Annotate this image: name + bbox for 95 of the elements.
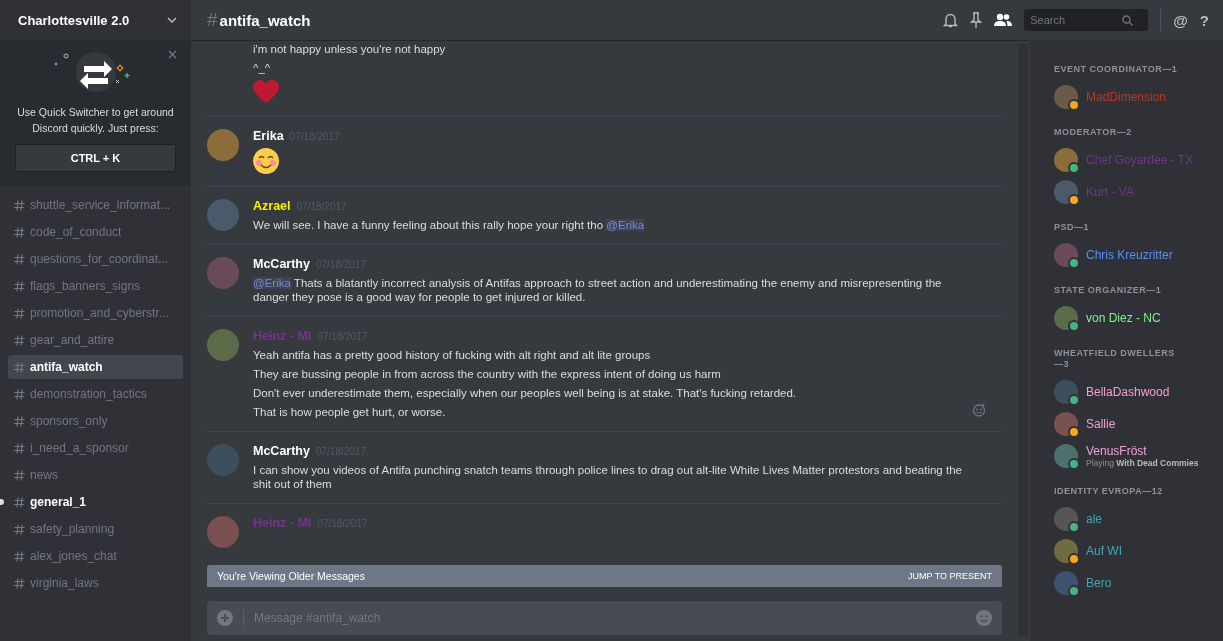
channel-item[interactable]: sponsors_only (8, 409, 183, 433)
channel-item[interactable]: antifa_watch (8, 355, 183, 379)
member-avatar[interactable] (1054, 243, 1078, 267)
bell-icon[interactable] (943, 12, 959, 28)
member-avatar[interactable] (1054, 85, 1078, 109)
message-text: That is how people get hurt, or worse. (253, 405, 446, 419)
member-avatar[interactable] (1054, 306, 1078, 330)
member-name[interactable]: Sallie (1086, 417, 1116, 431)
role-header: STATE ORGANIZER—1 (1054, 285, 1163, 296)
help-button[interactable]: ? (1199, 11, 1209, 29)
channel-title: antifa_watch (219, 11, 312, 29)
hash-icon (14, 496, 25, 508)
role-header: MODERATOR—2 (1054, 127, 1133, 138)
channel-item[interactable]: i_need_a_sponsor (8, 436, 183, 460)
message-text: ^_^ (253, 61, 271, 75)
hash-icon (14, 442, 25, 454)
channel-item[interactable]: flags_banners_signs (8, 274, 183, 298)
hash-icon (14, 361, 25, 373)
close-icon[interactable] (168, 50, 177, 59)
pin-icon[interactable] (970, 12, 983, 28)
channel-item[interactable]: virginia_laws (8, 571, 183, 595)
hash-icon (14, 307, 25, 319)
channel-item[interactable]: general_1 (8, 490, 183, 514)
search-field[interactable]: Search (1030, 14, 1119, 26)
chevron-down-icon[interactable] (167, 17, 177, 23)
member-name[interactable]: Kurt - VA (1086, 185, 1134, 199)
author-name[interactable]: Erika (253, 129, 284, 143)
member-name[interactable]: ale (1086, 512, 1102, 526)
member-name[interactable]: BellaDashwood (1086, 385, 1170, 399)
role-header: IDENTITY EVROPA—12 (1054, 486, 1164, 497)
member-avatar[interactable] (1054, 539, 1078, 563)
message-text: We will see. I have a funny feeling about this rally hope your right tho @Erika (253, 218, 645, 232)
channel-item[interactable]: gear_and_attire (8, 328, 183, 352)
hash-icon (14, 577, 25, 589)
role-header: EVENT COORDINATOR—1 (1054, 64, 1179, 75)
message-text: They are bussing people in from across the country with the express intent of doing us harm (253, 367, 721, 381)
member-avatar[interactable] (1054, 507, 1078, 531)
message-text: Don't ever underestimate them, especially when our peoples well being is at stake. That's fucking retarded. (253, 386, 797, 400)
author-name[interactable]: Azrael (253, 199, 291, 213)
message-text: @Erika Thats a blatantly incorrect analysis of Antifas approach to street action and underestimating the enemy and misrepresenting the danger they pose is a good way for people to get injured or killed. (253, 276, 943, 304)
members-icon[interactable] (994, 13, 1013, 27)
member-avatar[interactable] (1054, 412, 1078, 436)
role-header: WHEATFIELD DWELLERS—3 (1054, 348, 1176, 370)
member-avatar[interactable] (1054, 380, 1078, 404)
message-text: i'm not happy unless you're not happy (253, 42, 446, 56)
heart-icon (253, 80, 279, 104)
member-avatar[interactable] (1054, 444, 1078, 468)
channel-item[interactable]: news (8, 463, 183, 487)
hash-icon (14, 199, 25, 211)
member-activity: Playing With Dead Commies (1086, 458, 1199, 468)
search-icon[interactable] (1122, 14, 1134, 26)
member-name[interactable]: Bero (1086, 576, 1112, 590)
user-mention[interactable]: @Erika (253, 277, 291, 289)
add-reaction-icon[interactable] (972, 403, 986, 417)
hash-icon (14, 280, 25, 292)
member-name[interactable]: MadDimension (1086, 90, 1167, 104)
hash-icon (14, 469, 25, 481)
role-header: PSD—1 (1054, 222, 1090, 233)
member-avatar[interactable] (1054, 148, 1078, 172)
quick-switcher-hint: Use Quick Switcher to get around Discord quickly. Just press: (16, 105, 175, 136)
hash-icon (14, 523, 25, 535)
member-name[interactable]: von Diez - NC (1086, 311, 1161, 325)
channel-item[interactable]: safety_planning (8, 517, 183, 541)
channel-item[interactable]: shuttle_service_informat... (8, 193, 183, 217)
jump-to-present-button[interactable]: JUMP TO PRESENT (907, 571, 992, 581)
hash-icon (14, 415, 25, 427)
hash-icon (14, 550, 25, 562)
hash-icon (14, 334, 25, 346)
user-mention[interactable]: @Erika (606, 219, 645, 231)
member-name[interactable]: VenusFröst (1086, 444, 1199, 458)
hash-icon (14, 253, 25, 265)
message-text: Yeah antifa has a pretty good history of fucking with alt right and alt lite groups (253, 348, 651, 362)
mentions-button[interactable]: @ (1173, 11, 1188, 29)
member-name[interactable]: Chef Goyardee - TX (1086, 153, 1194, 167)
channel-item[interactable]: alex_jones_chat (8, 544, 183, 568)
channel-item[interactable]: demonstration_tactics (8, 382, 183, 406)
author-name[interactable]: McCarthy (253, 444, 310, 458)
hash-icon (14, 388, 25, 400)
server-name[interactable]: Charlottesville 2.0 (18, 12, 130, 28)
member-avatar[interactable] (1054, 571, 1078, 595)
channel-hash: # (207, 9, 218, 31)
author-name[interactable]: McCarthy (253, 257, 310, 271)
avatar[interactable] (207, 129, 239, 161)
hash-icon (14, 226, 25, 238)
member-name[interactable]: Auf WI (1086, 544, 1122, 558)
channel-item[interactable]: code_of_conduct (8, 220, 183, 244)
smiling-face-icon (253, 148, 279, 174)
older-messages-text: You're Viewing Older Messages (217, 570, 365, 582)
search-box[interactable]: Search (1024, 9, 1149, 31)
member-name[interactable]: Chris Kreuzritter (1086, 248, 1173, 262)
channel-item[interactable]: promotion_and_cyberstr... (8, 301, 183, 325)
member-avatar[interactable] (1054, 180, 1078, 204)
channel-item[interactable]: questions_for_coordinat... (8, 247, 183, 271)
message-text: I can show you videos of Antifa punching snatch teams through police lines to drag out alt-lite White Lives Matter protestors and beating the shit out of them (253, 463, 963, 491)
shortcut-button[interactable]: CTRL + K (15, 144, 176, 172)
